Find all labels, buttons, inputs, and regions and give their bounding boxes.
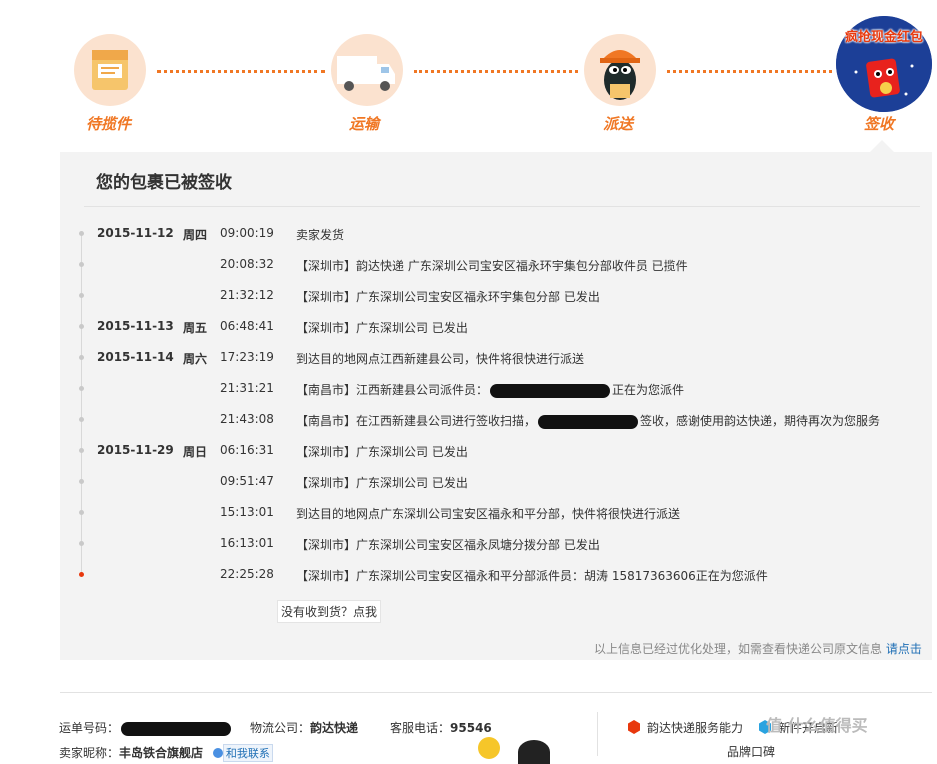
row-description: 【深圳市】广东深圳公司 已发出 — [296, 321, 468, 335]
carrier-label: 物流公司： — [250, 721, 311, 735]
delivery-progress: 疯抢现金红包 待揽件 运输 派送 签收 — [0, 0, 937, 150]
row-description: 【深圳市】广东深圳公司宝安区福永凤塘分拨分部 已发出 — [296, 538, 600, 552]
service-rating-label: 韵达快递服务能力 — [647, 721, 744, 735]
row-description: 到达目的地网点广东深圳公司宝安区福永和平分部，快件将很快进行派送 — [296, 507, 681, 521]
footer-note-text: 以上信息已经过优化处理，如需查看快递公司原文信息 — [594, 642, 883, 656]
redacted-name — [538, 414, 639, 429]
progress-dots — [157, 70, 325, 73]
promo-banner-text[interactable]: 疯抢现金红包 — [836, 26, 932, 45]
carrier-name: 韵达快递 — [310, 721, 359, 735]
row-time: 20:08:32 — [220, 257, 274, 271]
progress-dots — [414, 70, 578, 73]
row-time: 21:43:08 — [220, 412, 274, 426]
row-time: 22:25:28 — [220, 567, 274, 581]
carrier-info: 物流公司：韵达快递 — [250, 719, 358, 736]
row-date: 2015-11-12 — [97, 226, 174, 240]
step-label-signed: 签收 — [864, 115, 895, 133]
divider — [60, 692, 932, 693]
row-time: 17:23:19 — [220, 350, 274, 364]
timeline-dot — [79, 386, 84, 391]
row-description: 【南昌市】江西新建县公司派件员： 正在为您派件 — [296, 381, 684, 398]
row-time: 09:00:19 — [220, 226, 274, 240]
phone-label: 客服电话： — [390, 721, 451, 735]
row-description-prefix: 【南昌市】在江西新建县公司进行签收扫描， — [296, 414, 537, 428]
phone-info: 客服电话：95546 — [390, 719, 492, 736]
timeline-dot — [79, 355, 84, 360]
row-weekday: 周四 — [183, 228, 208, 242]
divider — [597, 712, 598, 756]
divider — [84, 206, 920, 207]
row-time: 09:51:47 — [220, 474, 274, 488]
hexagon-icon — [628, 720, 640, 734]
row-description-suffix: 签收，感谢使用韵达快递，期待再次为您服务 — [640, 414, 881, 428]
seller-label: 卖家昵称： — [59, 746, 120, 760]
contact-seller-button[interactable]: 和我联系 — [222, 744, 273, 762]
waybill-label: 运单号码： — [59, 721, 120, 735]
waybill-info: 运单号码： — [59, 719, 233, 736]
truck-icon — [331, 34, 403, 106]
panel-pointer — [870, 140, 894, 152]
row-time: 21:32:12 — [220, 288, 274, 302]
row-date: 2015-11-14 — [97, 350, 174, 364]
row-description: 【深圳市】广东深圳公司 已发出 — [296, 445, 468, 459]
row-time: 06:16:31 — [220, 443, 274, 457]
timeline-line — [81, 232, 82, 576]
courier-penguin-icon — [584, 34, 656, 106]
step-label-delivering: 派送 — [603, 115, 634, 133]
row-date: 2015-11-29 — [97, 443, 174, 457]
step-label-pending: 待揽件 — [86, 115, 132, 133]
row-description-suffix: 正在为您派件 — [612, 383, 685, 397]
chat-icon — [212, 748, 223, 758]
row-time: 06:48:41 — [220, 319, 274, 333]
progress-dots — [667, 70, 832, 73]
mascot-icon — [518, 740, 550, 764]
row-time: 15:13:01 — [220, 505, 274, 519]
timeline-dot — [79, 510, 84, 515]
row-time: 21:31:21 — [220, 381, 274, 395]
package-icon — [74, 34, 146, 106]
brand-reputation: 品牌口碑 — [727, 745, 776, 759]
redacted-waybill — [121, 721, 232, 736]
footer-note: 以上信息已经过优化处理，如需查看快递公司原文信息 请点击 — [594, 640, 922, 657]
row-description: 【深圳市】广东深圳公司宝安区福永和平分部派件员：胡涛 15817363606正在… — [296, 569, 768, 583]
timeline-dot — [79, 324, 84, 329]
row-description: 到达目的地网点江西新建县公司，快件将很快进行派送 — [296, 352, 585, 366]
timeline-dot — [79, 479, 84, 484]
row-weekday: 周日 — [183, 445, 208, 459]
timeline-dot — [79, 417, 84, 422]
timeline-dot — [79, 541, 84, 546]
seller-name[interactable]: 丰岛铁合旗舰店 — [119, 746, 203, 760]
timeline-dot — [79, 262, 84, 267]
timeline-dot — [79, 231, 84, 236]
timeline-dot — [79, 293, 84, 298]
row-time: 16:13:01 — [220, 536, 274, 550]
service-rating-link[interactable]: 韵达快递服务能力 — [627, 719, 743, 736]
panel-title: 您的包裹已被签收 — [96, 173, 232, 193]
row-date: 2015-11-13 — [97, 319, 174, 333]
row-weekday: 周六 — [183, 352, 208, 366]
row-description-prefix: 【南昌市】江西新建县公司派件员： — [296, 383, 489, 397]
not-received-button[interactable]: 没有收到货？点我 — [277, 600, 382, 623]
row-description: 【深圳市】韵达快递 广东深圳公司宝安区福永环宇集包分部收件员 已揽件 — [296, 259, 688, 273]
view-original-link[interactable]: 请点击 — [886, 642, 922, 656]
row-description: 【深圳市】广东深圳公司 已发出 — [296, 476, 468, 490]
row-weekday: 周五 — [183, 321, 208, 335]
row-description: 【深圳市】广东深圳公司宝安区福永环宇集包分部 已发出 — [296, 290, 600, 304]
timeline-dot — [79, 448, 84, 453]
site-watermark: 值 什么值得买 — [766, 716, 868, 735]
seller-info: 卖家昵称：丰岛铁合旗舰店 和我联系 — [59, 744, 273, 762]
redacted-name — [490, 383, 611, 398]
phone-number: 95546 — [450, 721, 492, 735]
step-label-transit: 运输 — [349, 115, 380, 133]
timeline-dot-current — [79, 572, 84, 577]
row-description: 【南昌市】在江西新建县公司进行签收扫描， 签收，感谢使用韵达快递，期待再次为您服务 — [296, 412, 880, 429]
row-description: 卖家发货 — [296, 228, 345, 242]
